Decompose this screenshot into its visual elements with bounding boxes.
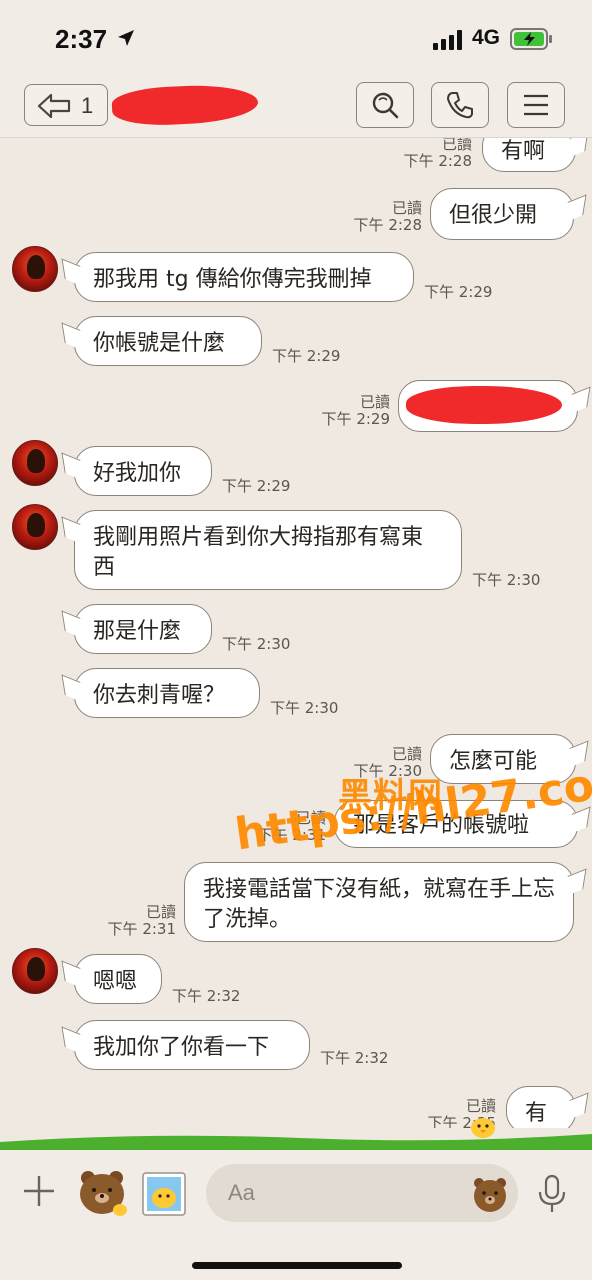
message-bubble-out[interactable]: 我接電話當下沒有紙，就寫在手上忘了洗掉。: [184, 862, 574, 942]
message-meta: 已讀 下午 2:28: [346, 200, 422, 234]
message-time: 下午 2:30: [222, 635, 291, 653]
message-input-bar: [0, 1150, 592, 1280]
call-button[interactable]: [431, 82, 489, 128]
message-text: 你帳號是什麼: [93, 331, 226, 356]
avatar[interactable]: [12, 440, 58, 486]
signal-icon: [433, 30, 462, 50]
photo-sticker-icon[interactable]: [140, 1170, 188, 1218]
message-text: 但很少開: [449, 203, 538, 228]
read-receipt: 已讀: [391, 745, 422, 763]
battery-charging-icon: [510, 28, 552, 50]
message-text: 我加你了你看一下: [93, 1035, 270, 1060]
avatar[interactable]: [12, 504, 58, 550]
message-time: 下午 2:29: [272, 347, 341, 365]
avatar[interactable]: [12, 948, 58, 994]
message-time: 下午 2:30: [270, 699, 339, 717]
message-time: 下午 2:32: [320, 1049, 389, 1067]
network-label: 4G: [472, 26, 501, 49]
home-indicator: [192, 1262, 402, 1269]
location-arrow-icon: [118, 30, 134, 46]
message-bubble-out[interactable]: 有啊: [482, 138, 576, 172]
message-text: 我接電話當下沒有紙，就寫在手上忘了洗掉。: [203, 877, 556, 932]
message-bubble-in[interactable]: 你帳號是什麼: [74, 316, 262, 366]
message-bubble-in[interactable]: 我剛用照片看到你大拇指那有寫東西: [74, 510, 462, 590]
message-bubble-in[interactable]: 好我加你: [74, 446, 212, 496]
message-bubble-in[interactable]: 嗯嗯: [74, 954, 162, 1004]
read-receipt: 已讀: [145, 903, 176, 921]
message-time: 下午 2:29: [222, 477, 291, 495]
message-time: 下午 2:28: [353, 216, 422, 234]
redacted-message: [406, 386, 562, 424]
message-bubble-in[interactable]: 那我用 tg 傳給你傳完我刪掉: [74, 252, 414, 302]
message-bubble-out[interactable]: 有: [506, 1086, 576, 1128]
chat-area[interactable]: 有啊 已讀 下午 2:28 但很少開 已讀 下午 2:28 那我用 tg 傳給你…: [0, 138, 592, 1128]
message-time: 下午 2:29: [321, 410, 390, 428]
search-icon: [372, 92, 399, 119]
back-arrow-icon: [37, 93, 71, 119]
avatar[interactable]: [12, 246, 58, 292]
message-text: 嗯嗯: [93, 969, 138, 994]
message-meta: 已讀 下午 2:29: [314, 394, 390, 428]
message-text: 有: [525, 1101, 548, 1126]
message-text: 有啊: [501, 139, 546, 164]
message-meta: 已讀 下午 2:28: [398, 138, 472, 170]
read-receipt: 已讀: [391, 199, 422, 217]
menu-button[interactable]: [507, 82, 565, 128]
message-text: 好我加你: [93, 461, 182, 486]
message-bubble-in[interactable]: 我加你了你看一下: [74, 1020, 310, 1070]
read-receipt: 已讀: [441, 138, 472, 153]
microphone-icon[interactable]: [536, 1174, 568, 1214]
message-text: 那我用 tg 傳給你傳完我刪掉: [93, 267, 372, 292]
status-bar: 2:37 4G: [0, 0, 592, 70]
message-bubble-in[interactable]: 那是什麼: [74, 604, 212, 654]
plus-icon[interactable]: [22, 1174, 56, 1208]
message-bubble-out[interactable]: 但很少開: [430, 188, 574, 240]
chat-header: 1: [0, 70, 592, 138]
message-time: 下午 2:30: [472, 571, 541, 589]
message-text: 那是什麼: [93, 619, 182, 644]
message-time: 下午 2:28: [403, 152, 472, 170]
back-button[interactable]: 1: [24, 84, 108, 126]
message-time: 下午 2:31: [107, 920, 176, 938]
hamburger-menu-icon: [524, 94, 548, 116]
message-bubble-in[interactable]: 你去刺青喔？: [74, 668, 260, 718]
message-text: 你去刺青喔？: [93, 683, 226, 708]
message-time: 下午 2:29: [424, 283, 493, 301]
sally-chick-sticker-icon: [471, 1118, 495, 1138]
message-text: 我剛用照片看到你大拇指那有寫東西: [93, 525, 424, 580]
brown-bear-sticker-icon[interactable]: [76, 1166, 130, 1220]
read-receipt: 已讀: [359, 393, 390, 411]
message-time: 下午 2:32: [172, 987, 241, 1005]
emoji-bear-icon[interactable]: [470, 1174, 510, 1214]
phone-icon: [447, 92, 473, 119]
redacted-contact-name: [111, 82, 259, 128]
message-meta: 已讀 下午 2:31: [100, 904, 176, 938]
status-time: 2:37: [55, 24, 108, 54]
unread-count: 1: [81, 93, 94, 118]
search-button[interactable]: [356, 82, 414, 128]
